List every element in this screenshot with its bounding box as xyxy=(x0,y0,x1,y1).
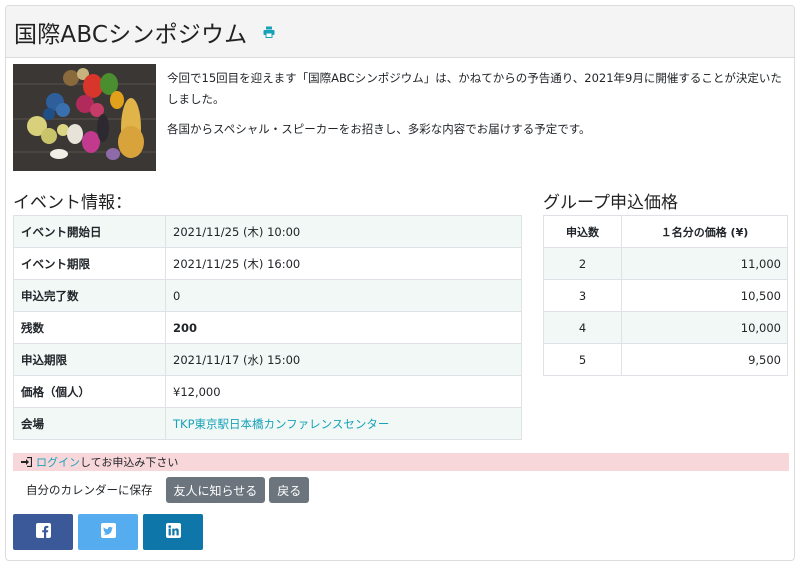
table-row: 申込完了数 0 xyxy=(13,279,522,312)
event-card: 国際ABCシンポジウム 今回で15回目を迎えます「国際ABCシンポジウム」は、か… xyxy=(5,5,795,561)
group-price-heading: グループ申込価格 xyxy=(543,193,678,213)
save-calendar-label[interactable]: 自分のカレンダーに保存 xyxy=(26,482,153,498)
info-label: 申込期限 xyxy=(13,343,166,376)
table-row: 3 10,500 xyxy=(543,279,788,312)
info-value: 2021/11/25 (木) 10:00 xyxy=(165,215,522,248)
event-intro: 今回で15回目を迎えます「国際ABCシンポジウム」は、かねてからの予告通り、20… xyxy=(13,64,789,174)
group-price-table: 申込数 １名分の価格 (¥) 2 11,000 3 10,500 4 10,00… xyxy=(543,215,788,376)
info-value: ¥12,000 xyxy=(165,375,522,408)
table-row: 会場 TKP東京駅日本橋カンファレンスセンター xyxy=(13,407,522,440)
intro-paragraph: 各国からスペシャル・スピーカーをお招きし、多彩な内容でお届けする予定です。 xyxy=(167,122,591,136)
info-value: 2021/11/25 (木) 16:00 xyxy=(165,247,522,280)
table-row: 5 9,500 xyxy=(543,343,788,376)
table-header-row: 申込数 １名分の価格 (¥) xyxy=(543,215,788,248)
column-header-price: １名分の価格 (¥) xyxy=(621,215,788,248)
event-info-table: イベント開始日 2021/11/25 (木) 10:00 イベント期限 2021… xyxy=(13,215,522,440)
login-link[interactable]: ログイン xyxy=(36,454,80,470)
group-price: 10,000 xyxy=(621,311,788,344)
info-value: 2021/11/17 (水) 15:00 xyxy=(165,343,522,376)
facebook-share-button[interactable] xyxy=(13,514,73,550)
event-image xyxy=(13,64,156,171)
event-description: 今回で15回目を迎えます「国際ABCシンポジウム」は、かねてからの予告通り、20… xyxy=(167,68,787,149)
event-header: 国際ABCシンポジウム xyxy=(6,6,794,58)
facebook-icon xyxy=(35,523,51,541)
table-row: 残数 200 xyxy=(13,311,522,344)
back-button[interactable]: 戻る xyxy=(269,477,310,503)
social-share xyxy=(13,514,208,550)
group-count: 5 xyxy=(543,343,622,376)
info-label: イベント期限 xyxy=(13,247,166,280)
group-count: 4 xyxy=(543,311,622,344)
event-info-heading: イベント情報： xyxy=(13,193,132,213)
group-price: 10,500 xyxy=(621,279,788,312)
group-count: 3 xyxy=(543,279,622,312)
info-label: 価格（個人） xyxy=(13,375,166,408)
column-header-count: 申込数 xyxy=(543,215,622,248)
info-value: 0 xyxy=(165,279,522,312)
table-row: 価格（個人） ¥12,000 xyxy=(13,375,522,408)
intro-paragraph: 今回で15回目を迎えます「国際ABCシンポジウム」は、かねてからの予告通り、20… xyxy=(167,71,782,106)
group-price: 11,000 xyxy=(621,247,788,280)
table-row: 2 11,000 xyxy=(543,247,788,280)
twitter-icon xyxy=(100,523,116,541)
linkedin-icon xyxy=(165,523,181,541)
venue-link[interactable]: TKP東京駅日本橋カンファレンスセンター xyxy=(173,417,389,431)
venue-cell: TKP東京駅日本橋カンファレンスセンター xyxy=(165,407,522,440)
table-row: 申込期限 2021/11/17 (水) 15:00 xyxy=(13,343,522,376)
linkedin-share-button[interactable] xyxy=(143,514,203,550)
event-title: 国際ABCシンポジウム xyxy=(14,21,248,48)
login-icon xyxy=(21,457,32,467)
info-label: 残数 xyxy=(13,311,166,344)
tell-friend-button[interactable]: 友人に知らせる xyxy=(165,477,266,503)
remaining-count: 200 xyxy=(165,311,522,344)
table-row: イベント開始日 2021/11/25 (木) 10:00 xyxy=(13,215,522,248)
info-label: イベント開始日 xyxy=(13,215,166,248)
twitter-share-button[interactable] xyxy=(78,514,138,550)
info-label: 会場 xyxy=(13,407,166,440)
print-icon[interactable] xyxy=(263,26,275,38)
table-row: イベント期限 2021/11/25 (木) 16:00 xyxy=(13,247,522,280)
login-alert: ログイン してお申込み下さい xyxy=(13,453,789,471)
group-price: 9,500 xyxy=(621,343,788,376)
table-row: 4 10,000 xyxy=(543,311,788,344)
info-label: 申込完了数 xyxy=(13,279,166,312)
login-suffix: してお申込み下さい xyxy=(80,456,179,469)
event-actions: 自分のカレンダーに保存 友人に知らせる 戻る xyxy=(13,476,313,504)
group-count: 2 xyxy=(543,247,622,280)
